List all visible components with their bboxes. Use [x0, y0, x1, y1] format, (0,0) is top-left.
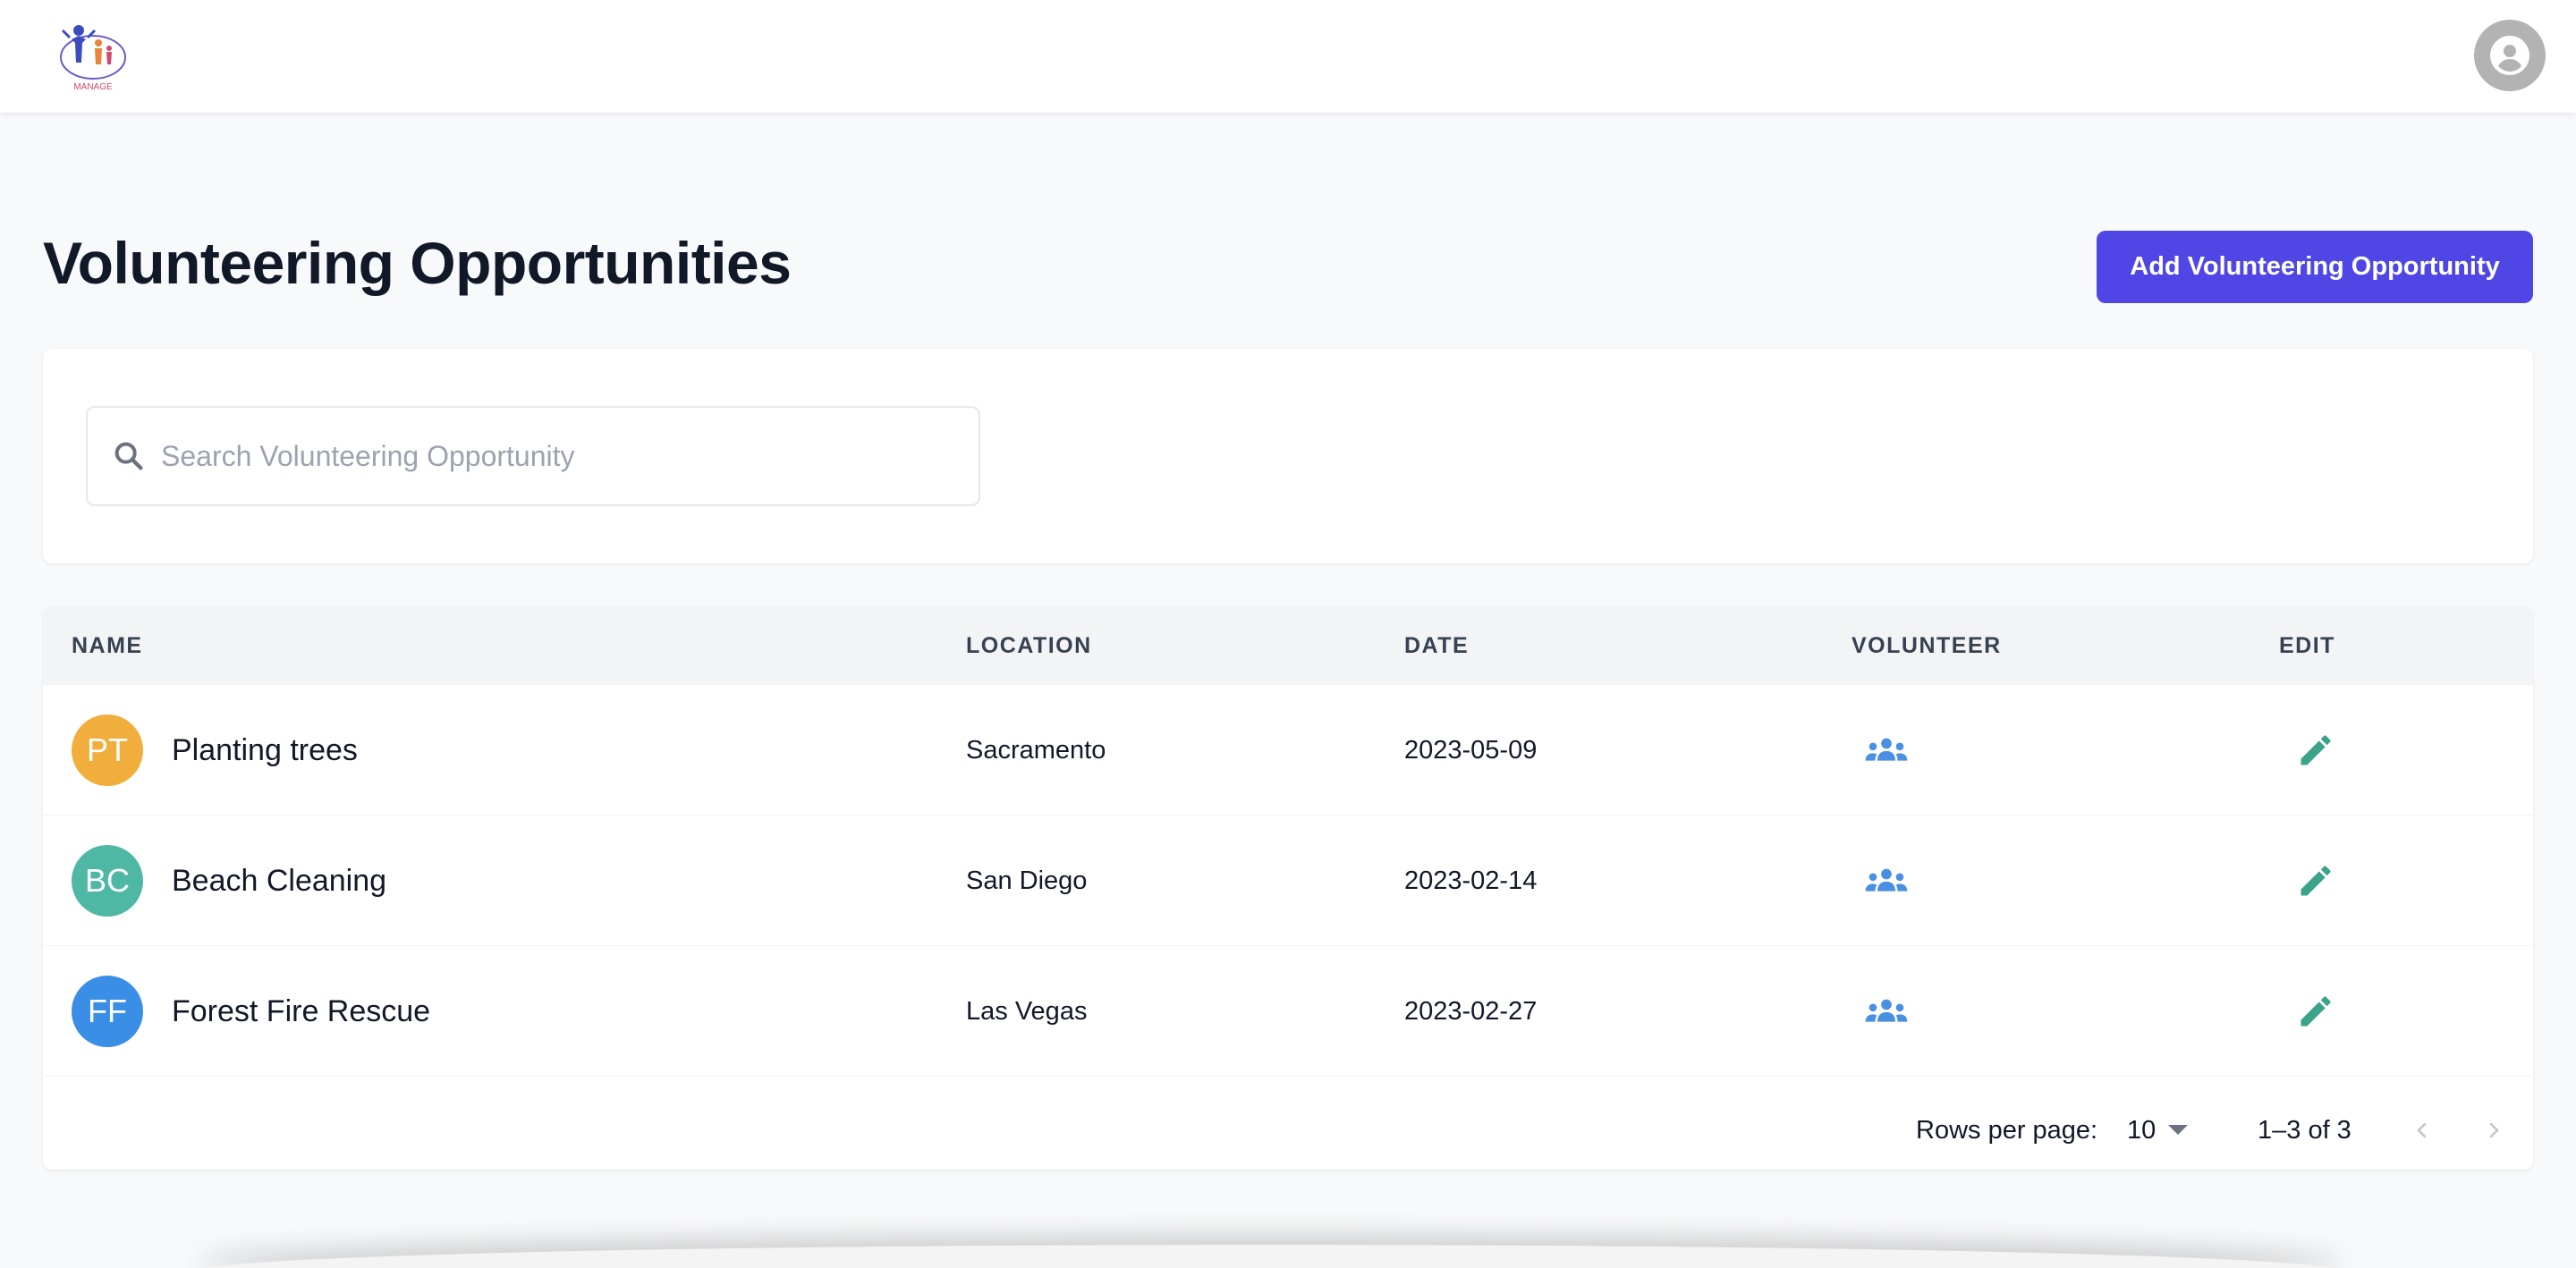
- table-row: FF Forest Fire Rescue Las Vegas 2023-02-…: [43, 946, 2533, 1077]
- column-header-edit: EDIT: [2279, 633, 2335, 658]
- column-header-location[interactable]: LOCATION: [966, 633, 1092, 659]
- volunteers-button[interactable]: [1864, 730, 1909, 771]
- chevron-right-icon: [2489, 1122, 2499, 1138]
- row-avatar: PT: [72, 714, 143, 786]
- row-location: Sacramento: [966, 736, 1106, 765]
- row-date: 2023-02-27: [1404, 997, 1538, 1026]
- row-location: San Diego: [966, 866, 1088, 895]
- row-name: Beach Cleaning: [172, 864, 387, 898]
- row-date: 2023-05-09: [1404, 736, 1538, 765]
- caret-down-icon: [2168, 1125, 2189, 1135]
- rows-per-page-select[interactable]: 10: [2127, 1111, 2189, 1150]
- next-page-button[interactable]: [2476, 1112, 2512, 1148]
- app-logo[interactable]: MANAGE: [54, 16, 132, 95]
- table-row: PT Planting trees Sacramento 2023-05-09: [43, 685, 2533, 816]
- logo-image: MANAGE: [60, 25, 126, 92]
- row-avatar: FF: [72, 976, 143, 1047]
- opportunities-table: NAME LOCATION DATE VOLUNTEER EDIT PT Pla…: [43, 606, 2533, 1170]
- top-bar: MANAGE: [0, 0, 2576, 113]
- add-volunteering-opportunity-button[interactable]: Add Volunteering Opportunity: [2097, 231, 2533, 303]
- table-header: NAME LOCATION DATE VOLUNTEER EDIT: [43, 606, 2533, 685]
- volunteers-button[interactable]: [1864, 991, 1909, 1032]
- pagination-range: 1–3 of 3: [2258, 1116, 2351, 1145]
- search-input[interactable]: [161, 439, 948, 473]
- volunteers-button[interactable]: [1864, 860, 1909, 901]
- previous-page-button[interactable]: [2404, 1112, 2440, 1148]
- table-row: BC Beach Cleaning San Diego 2023-02-14: [43, 816, 2533, 946]
- row-avatar: BC: [72, 845, 143, 917]
- group-icon: [1865, 738, 1908, 761]
- row-name: Forest Fire Rescue: [172, 994, 431, 1028]
- row-location: Las Vegas: [966, 997, 1088, 1026]
- column-header-volunteer: VOLUNTEER: [1852, 633, 2002, 658]
- edit-button[interactable]: [2293, 728, 2338, 773]
- search-card: [43, 349, 2533, 563]
- rows-per-page-value: 10: [2127, 1115, 2157, 1145]
- profile-avatar-button[interactable]: [2474, 20, 2546, 91]
- pencil-icon: [2301, 735, 2331, 765]
- group-icon: [1865, 868, 1908, 892]
- row-name: Planting trees: [172, 733, 358, 767]
- pagination: Rows per page: 10 1–3 of 3: [43, 1095, 2533, 1170]
- search-icon: [114, 442, 143, 470]
- group-icon: [1865, 999, 1908, 1022]
- account-circle-icon: [2490, 36, 2529, 75]
- pencil-icon: [2301, 996, 2331, 1027]
- row-date: 2023-02-14: [1404, 866, 1538, 895]
- page-title: Volunteering Opportunities: [43, 230, 792, 296]
- logo-text: MANAGE: [73, 82, 113, 92]
- column-header-date[interactable]: DATE: [1404, 633, 1469, 659]
- edit-button[interactable]: [2293, 989, 2338, 1034]
- rows-per-page-label: Rows per page:: [1916, 1116, 2098, 1145]
- edit-button[interactable]: [2293, 858, 2338, 903]
- chevron-left-icon: [2417, 1122, 2427, 1138]
- column-header-name[interactable]: NAME: [72, 633, 143, 659]
- pencil-icon: [2301, 866, 2331, 896]
- search-box[interactable]: [86, 406, 980, 506]
- bottom-sheet-edge: [197, 1245, 2343, 1268]
